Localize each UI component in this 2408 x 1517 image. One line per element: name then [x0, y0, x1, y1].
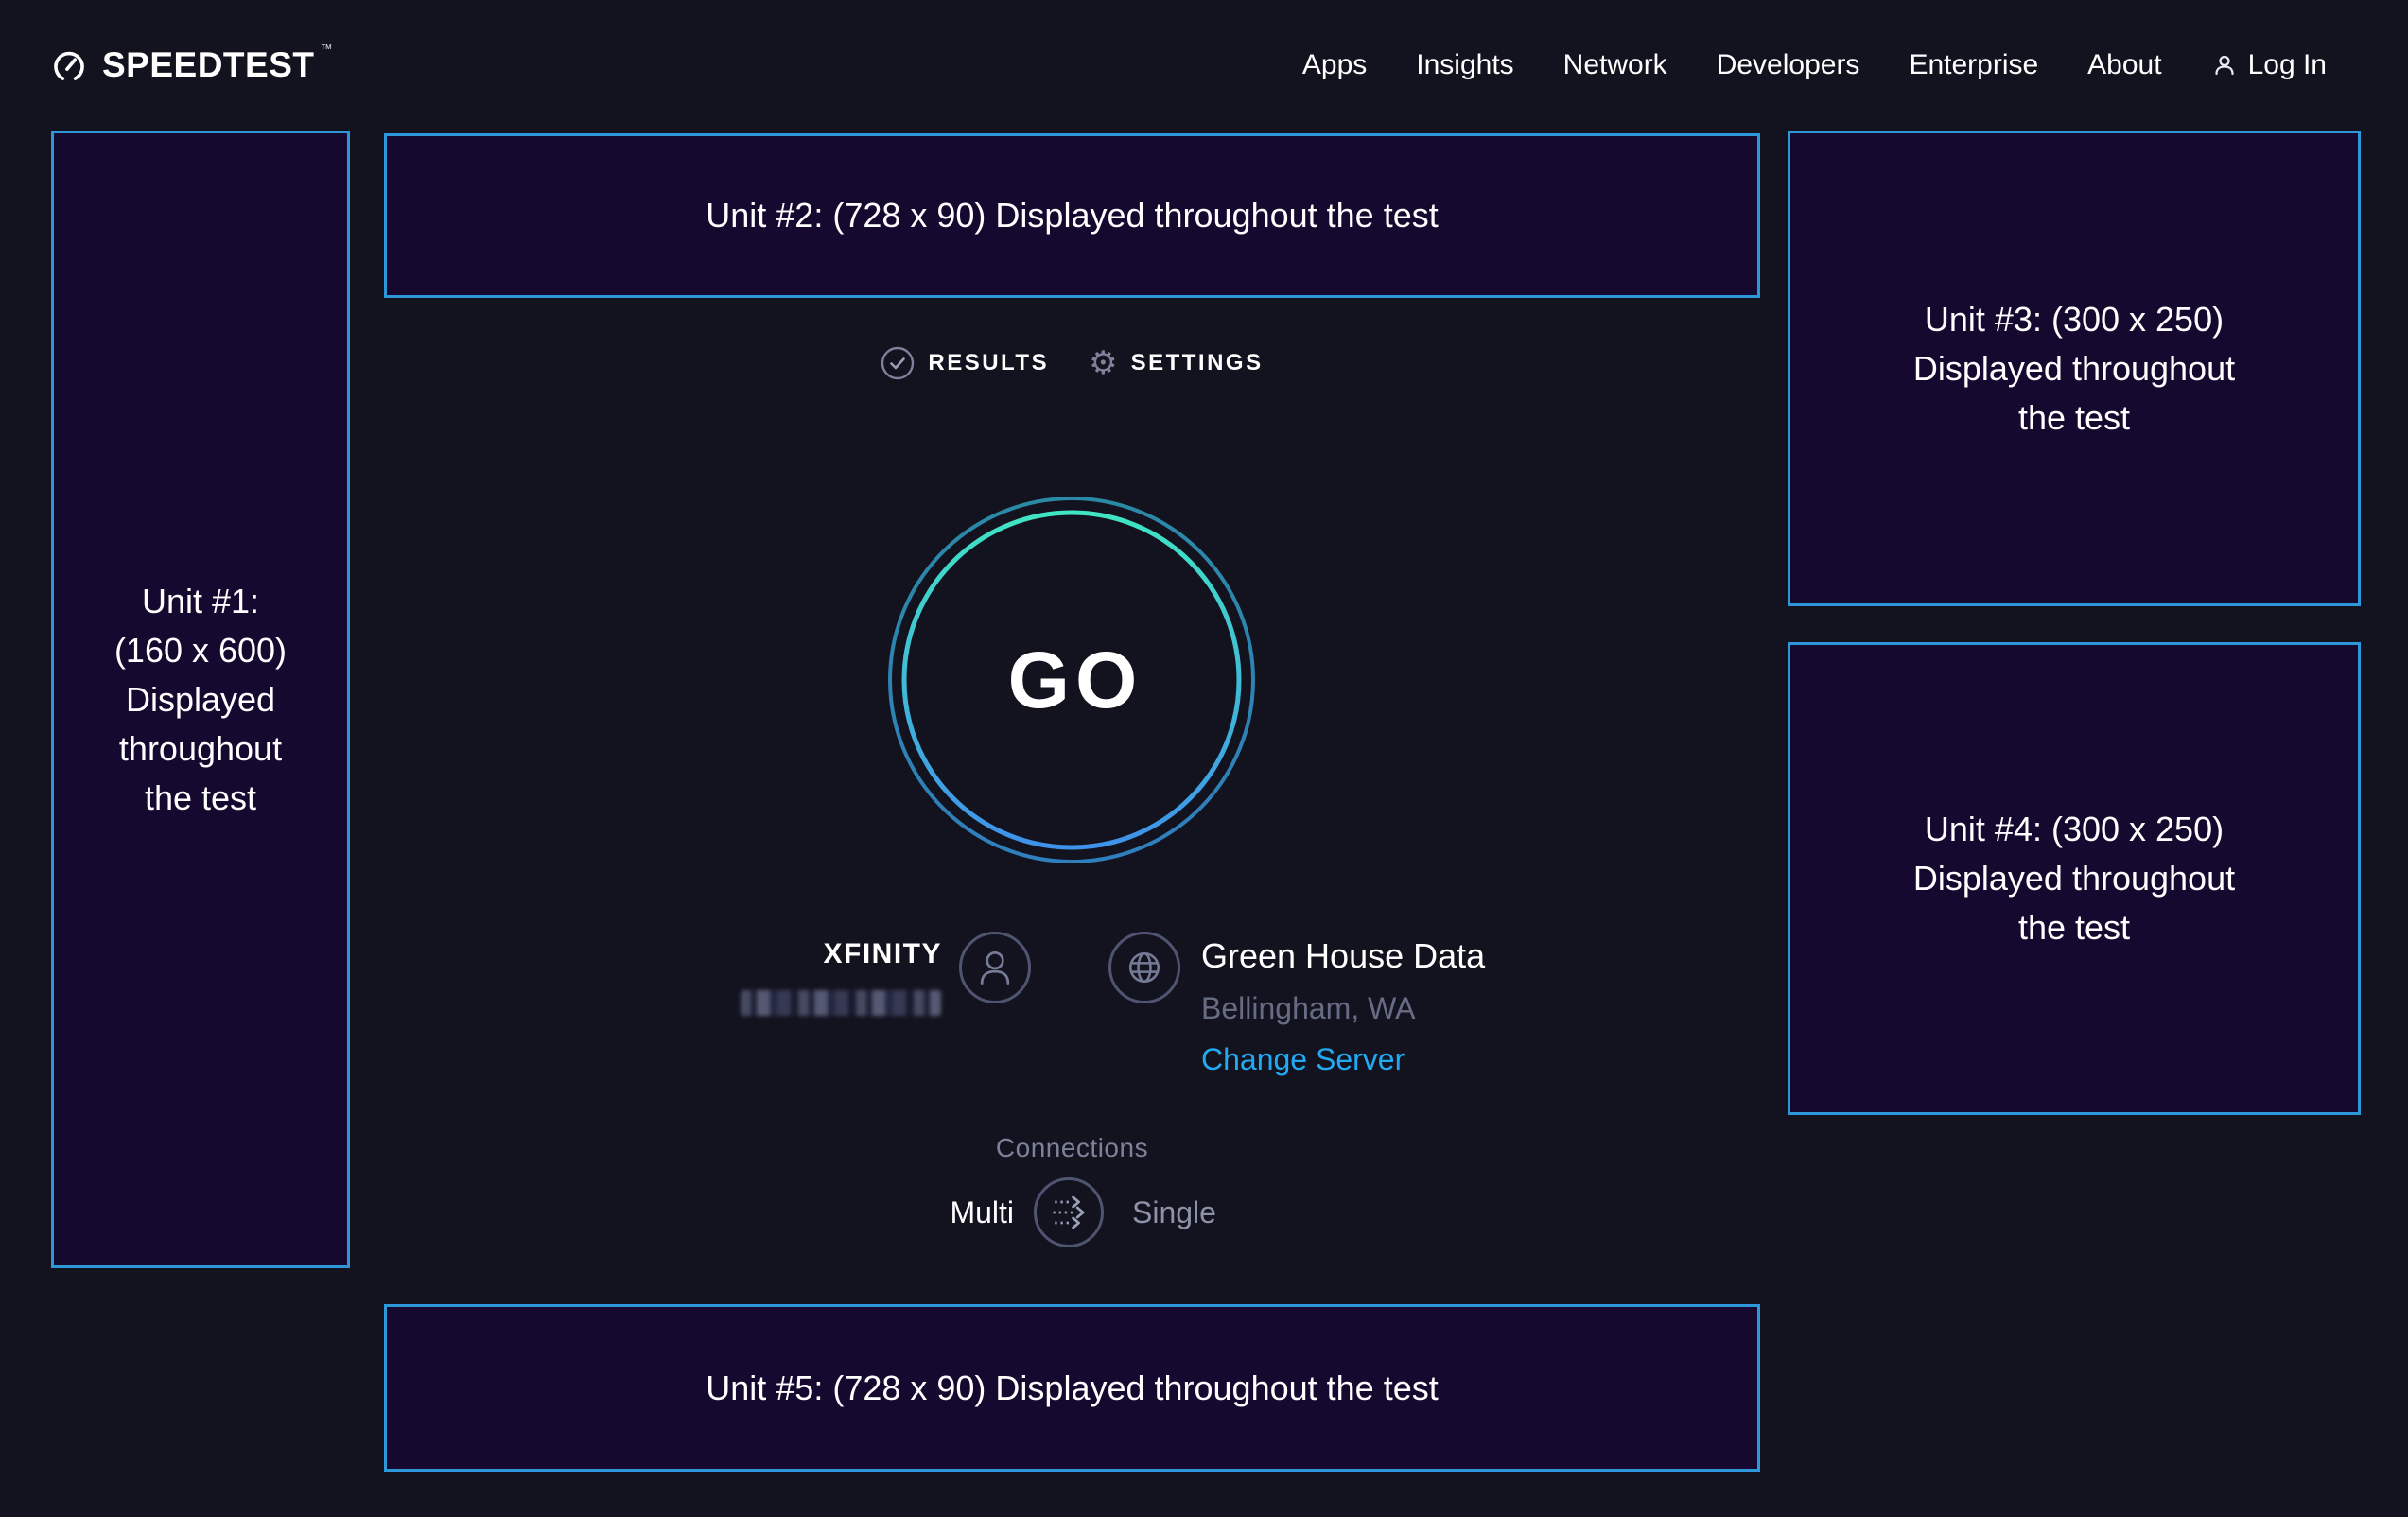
server-globe-icon [1108, 932, 1180, 1003]
tab-settings-label: SETTINGS [1131, 350, 1264, 376]
nav-item-developers[interactable]: Developers [1717, 49, 1860, 81]
results-settings-tabs: RESULTS ⚙ SETTINGS [384, 346, 1760, 380]
connections-multi-option[interactable]: Multi [851, 1195, 1014, 1230]
ad-unit-1-skyscraper[interactable]: Unit #1: (160 x 600) Displayed throughou… [51, 131, 350, 1268]
ad-unit-1-text: Unit #1: (160 x 600) Displayed throughou… [106, 577, 295, 823]
ad-unit-2-text: Unit #2: (728 x 90) Displayed throughout… [706, 191, 1438, 240]
login-label: Log In [2248, 49, 2327, 81]
connections-toggle[interactable] [1034, 1177, 1104, 1247]
logo-wordmark: SPEEDTEST [102, 45, 315, 85]
ad-unit-3-rectangle[interactable]: Unit #3: (300 x 250) Displayed throughou… [1788, 131, 2361, 606]
tab-results-label: RESULTS [928, 350, 1049, 376]
nav-item-insights[interactable]: Insights [1416, 49, 1513, 81]
isp-person-icon [959, 932, 1031, 1003]
ad-unit-3-text: Unit #3: (300 x 250) Displayed throughou… [1890, 295, 2259, 443]
tab-results[interactable]: RESULTS [881, 346, 1049, 380]
top-nav-bar: SPEEDTEST ™ Apps Insights Network Develo… [0, 0, 2408, 131]
server-location: Bellingham, WA [1201, 991, 1415, 1026]
nav-item-enterprise[interactable]: Enterprise [1909, 49, 2038, 81]
nav-item-network[interactable]: Network [1563, 49, 1667, 81]
ad-unit-2-leaderboard[interactable]: Unit #2: (728 x 90) Displayed throughout… [384, 133, 1760, 298]
ad-unit-5-leaderboard[interactable]: Unit #5: (728 x 90) Displayed throughout… [384, 1304, 1760, 1472]
login-link[interactable]: Log In [2211, 49, 2327, 81]
change-server-link[interactable]: Change Server [1201, 1042, 1405, 1077]
go-button-label: GO [887, 496, 1256, 864]
settings-gear-icon: ⚙ [1089, 346, 1117, 380]
nav-item-about[interactable]: About [2087, 49, 2161, 81]
multi-arrows-icon [1037, 1177, 1101, 1247]
speedtest-logo[interactable]: SPEEDTEST ™ [51, 0, 333, 131]
login-person-icon [2211, 52, 2238, 78]
main-nav: Apps Insights Network Developers Enterpr… [1302, 0, 2327, 131]
ad-unit-5-text: Unit #5: (728 x 90) Displayed throughout… [706, 1364, 1438, 1413]
connections-label: Connections [384, 1133, 1760, 1163]
redacted-ip-blur [741, 990, 941, 1016]
go-button[interactable]: GO [887, 496, 1256, 864]
logo-trademark: ™ [321, 42, 333, 56]
ad-unit-4-text: Unit #4: (300 x 250) Displayed throughou… [1890, 805, 2259, 952]
tab-settings[interactable]: ⚙ SETTINGS [1089, 346, 1264, 380]
connections-single-option[interactable]: Single [1132, 1195, 1216, 1230]
results-check-icon [881, 346, 915, 380]
speedtest-page: SPEEDTEST ™ Apps Insights Network Develo… [0, 0, 2408, 1517]
speedtest-gauge-icon [51, 47, 87, 83]
nav-item-apps[interactable]: Apps [1302, 49, 1367, 81]
isp-name: XFINITY [738, 938, 942, 970]
server-name: Green House Data [1201, 936, 1485, 976]
ad-unit-4-rectangle[interactable]: Unit #4: (300 x 250) Displayed throughou… [1788, 642, 2361, 1115]
